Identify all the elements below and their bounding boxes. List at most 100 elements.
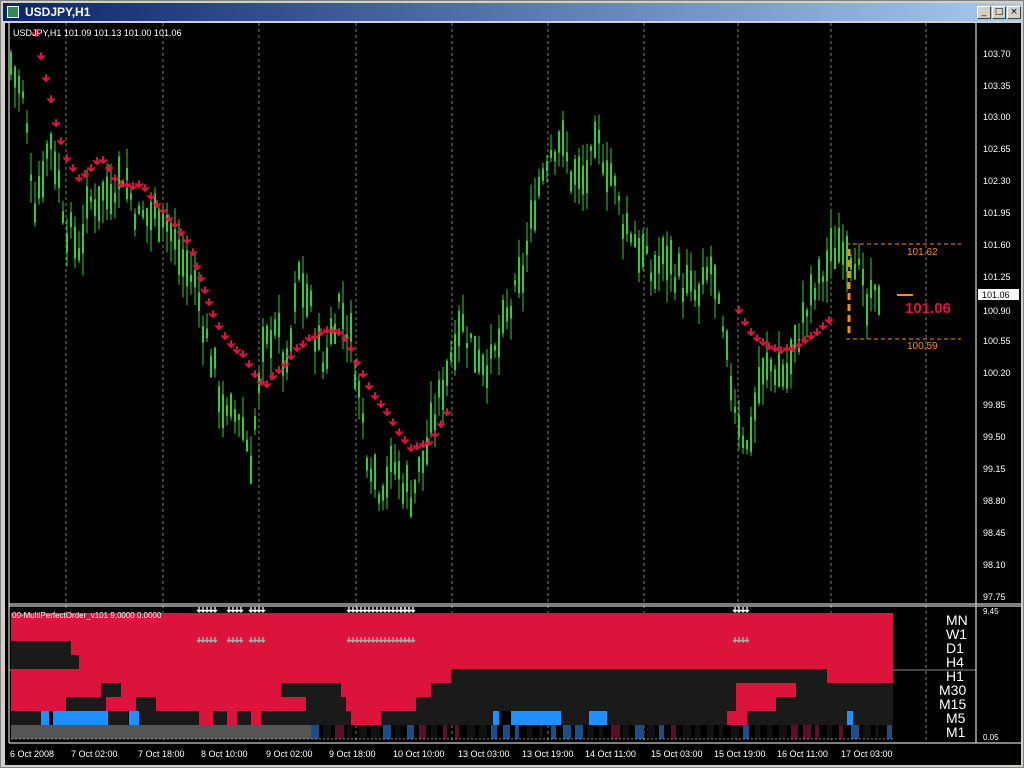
down-arrow-icon bbox=[93, 157, 101, 166]
candle-body bbox=[826, 250, 828, 282]
price-tick: 102.30 bbox=[983, 176, 1011, 186]
minimize-button[interactable]: _ bbox=[977, 6, 991, 19]
candle-body bbox=[866, 293, 868, 326]
down-arrow-icon bbox=[87, 164, 95, 173]
tf-bar-m5 bbox=[589, 711, 607, 725]
candle-body bbox=[414, 479, 416, 494]
price-chart[interactable]: USDJPY,H1 101.09 101.13 101.00 101.06 10… bbox=[5, 23, 1021, 765]
down-arrow-icon bbox=[443, 408, 451, 417]
time-tick: 9 Oct 02:00 bbox=[266, 749, 313, 759]
signal-arrow-icon bbox=[238, 607, 244, 613]
down-arrow-icon bbox=[147, 192, 155, 201]
tf-bar-d1 bbox=[71, 641, 893, 655]
maximize-button[interactable]: □ bbox=[992, 6, 1006, 19]
close-button[interactable]: × bbox=[1007, 6, 1021, 19]
signal-arrow-icon bbox=[358, 607, 364, 613]
down-arrow-icon bbox=[52, 119, 60, 128]
indicator-scale-top: 9.45 bbox=[983, 607, 999, 616]
candle-body bbox=[546, 161, 548, 172]
candle-body bbox=[838, 227, 840, 263]
signal-arrow-icon bbox=[234, 607, 240, 613]
candle-body bbox=[566, 152, 568, 162]
candle-body bbox=[806, 309, 808, 317]
signal-arrow-icon bbox=[378, 607, 384, 613]
tf-bar-m1 bbox=[683, 725, 691, 739]
candle-body bbox=[354, 374, 356, 389]
candle-body bbox=[394, 461, 396, 475]
candle-body bbox=[658, 255, 660, 274]
tf-bar-m1 bbox=[371, 725, 380, 739]
candle-body bbox=[742, 435, 744, 449]
candle-body bbox=[498, 328, 500, 358]
candle-body bbox=[106, 176, 108, 210]
tf-bar-m30 bbox=[101, 683, 121, 697]
tf-bar-m1 bbox=[479, 725, 487, 739]
tf-bar-m1 bbox=[527, 725, 532, 739]
candle-body bbox=[822, 276, 824, 282]
candle-body bbox=[418, 456, 420, 472]
tf-bar-m5 bbox=[493, 711, 499, 725]
tf-bar-m1 bbox=[719, 725, 723, 739]
candle-body bbox=[438, 379, 440, 398]
candle-body bbox=[94, 199, 96, 217]
candle-body bbox=[710, 256, 712, 275]
candle-body bbox=[874, 284, 876, 291]
candle-body bbox=[78, 248, 80, 261]
tf-bar-m5 bbox=[747, 711, 847, 725]
candle-body bbox=[238, 414, 240, 421]
tf-bar-m1 bbox=[443, 725, 447, 739]
signal-arrow-icon bbox=[406, 607, 412, 613]
candle-body bbox=[526, 240, 528, 255]
candle-body bbox=[102, 181, 104, 201]
candle-body bbox=[738, 415, 740, 438]
tf-bar-m5 bbox=[108, 711, 128, 725]
tf-bar-m1 bbox=[863, 725, 871, 739]
candle-body bbox=[86, 186, 88, 219]
candle-body bbox=[334, 323, 336, 344]
down-arrow-icon bbox=[205, 298, 213, 307]
candle-body bbox=[158, 208, 160, 242]
current-price-tag: 101.06 bbox=[982, 290, 1010, 300]
down-arrow-icon bbox=[819, 322, 827, 331]
candle-body bbox=[246, 439, 248, 452]
signal-arrow-icon bbox=[362, 607, 368, 613]
price-tick: 99.15 bbox=[983, 464, 1006, 474]
candle-body bbox=[770, 359, 772, 372]
candle-body bbox=[222, 394, 224, 429]
range-low-label: 100.59 bbox=[907, 341, 938, 352]
candle-body bbox=[602, 162, 604, 174]
tf-bar-m1 bbox=[311, 725, 319, 739]
candle-body bbox=[74, 226, 76, 259]
candle-body bbox=[386, 466, 388, 498]
price-tick: 98.80 bbox=[983, 496, 1006, 506]
candle-body bbox=[586, 160, 588, 193]
candle-body bbox=[46, 143, 48, 159]
candle-body bbox=[234, 409, 236, 422]
candle-body bbox=[382, 485, 384, 501]
tf-bar-m1 bbox=[359, 725, 367, 739]
candle-body bbox=[62, 211, 64, 223]
title-bar[interactable]: USDJPY,H1 _ □ × bbox=[3, 3, 1021, 21]
candle-body bbox=[558, 131, 560, 153]
candle-body bbox=[34, 203, 36, 223]
tf-bar-m5 bbox=[411, 711, 501, 725]
tf-label-m1: M1 bbox=[946, 724, 966, 740]
candle-body bbox=[134, 213, 136, 230]
candle-body bbox=[750, 416, 752, 453]
candle-body bbox=[494, 345, 496, 351]
tf-bar-m5 bbox=[227, 711, 237, 725]
candle-body bbox=[82, 224, 84, 254]
chart-area[interactable]: USDJPY,H1 101.09 101.13 101.00 101.06 10… bbox=[5, 23, 1021, 765]
tf-bar-m1 bbox=[575, 725, 583, 739]
candle-body bbox=[226, 405, 228, 416]
signal-arrow-icon bbox=[346, 607, 352, 613]
tf-bar-m1 bbox=[455, 725, 459, 739]
tf-bar-m1 bbox=[671, 725, 676, 739]
tf-bar-h4 bbox=[79, 655, 893, 669]
candle-body bbox=[302, 273, 304, 308]
price-tick: 99.50 bbox=[983, 432, 1006, 442]
candle-body bbox=[462, 314, 464, 332]
tf-bar-m30 bbox=[121, 683, 281, 697]
candle-body bbox=[38, 176, 40, 199]
tf-bar-m5 bbox=[561, 711, 589, 725]
